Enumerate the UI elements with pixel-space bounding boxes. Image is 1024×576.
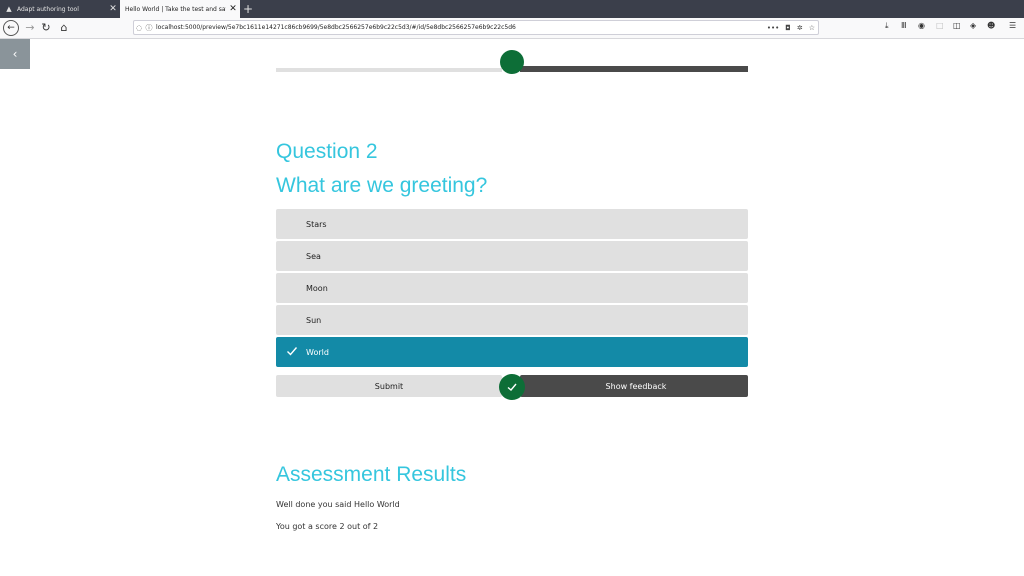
submit-button[interactable]: Submit <box>276 375 502 397</box>
url-text[interactable]: localhost:5000/preview/5e7bc1611e14271c8… <box>154 24 764 31</box>
show-feedback-button[interactable]: Show feedback <box>520 375 748 397</box>
forward-arrow-icon[interactable]: → <box>22 20 38 36</box>
close-icon[interactable]: ✕ <box>106 4 120 14</box>
pocket-icon[interactable]: ◘ <box>782 24 794 32</box>
option-label: World <box>306 347 329 357</box>
back-arrow-icon[interactable]: ← <box>3 20 19 36</box>
account-icon[interactable]: ◉ <box>918 21 925 30</box>
tab-label: Adapt authoring tool <box>17 5 79 13</box>
url-bar[interactable]: ◌ ⓘ localhost:5000/preview/5e7bc1611e142… <box>133 20 819 35</box>
previous-submit-button[interactable] <box>276 68 502 72</box>
checkmark-icon <box>287 347 298 356</box>
question-body: What are we greeting? <box>276 174 488 197</box>
tab-adapt-authoring[interactable]: ▲ Adapt authoring tool ✕ <box>0 0 120 18</box>
close-icon[interactable]: ✕ <box>226 4 240 14</box>
adapt-logo-icon: ▲ <box>6 5 12 13</box>
new-tab-button[interactable]: + <box>243 1 253 17</box>
option-stars[interactable]: Stars <box>276 209 748 239</box>
bookmark-star-icon[interactable]: ☆ <box>806 24 818 32</box>
extension-icon[interactable]: ✲ <box>794 24 806 32</box>
results-score-text: You got a score 2 out of 2 <box>276 522 379 531</box>
home-icon[interactable]: ⌂ <box>56 20 72 36</box>
tab-hello-world[interactable]: Hello World | Take the test and say ✕ <box>120 0 240 18</box>
library-icon[interactable]: Ⅲ <box>901 21 907 30</box>
previous-correct-marker <box>500 50 524 74</box>
container-icon[interactable]: □ <box>936 21 944 30</box>
shield-icon[interactable]: ◌ <box>134 24 144 32</box>
tab-bar: ▲ Adapt authoring tool ✕ Hello World | T… <box>0 0 1024 18</box>
question-title: Question 2 <box>276 140 378 163</box>
option-label: Stars <box>306 219 327 229</box>
option-sun[interactable]: Sun <box>276 305 748 335</box>
option-world[interactable]: World <box>276 337 748 367</box>
page-actions-icon[interactable]: ••• <box>764 24 782 32</box>
profile-icon[interactable]: ☻ <box>987 21 995 30</box>
info-icon[interactable]: ⓘ <box>144 23 154 33</box>
results-title: Assessment Results <box>276 463 467 486</box>
layers-icon[interactable]: ◈ <box>970 21 976 30</box>
tab-label: Hello World | Take the test and say <box>125 5 226 13</box>
sidebar-toggle-button[interactable]: ‹ <box>0 39 30 69</box>
checkmark-icon <box>507 383 517 391</box>
option-sea[interactable]: Sea <box>276 241 748 271</box>
previous-feedback-button[interactable] <box>520 66 748 72</box>
option-label: Moon <box>306 283 328 293</box>
results-feedback-text: Well done you said Hello World <box>276 500 400 509</box>
correct-marker <box>499 374 525 400</box>
menu-icon[interactable]: ☰ <box>1009 21 1016 30</box>
option-moon[interactable]: Moon <box>276 273 748 303</box>
option-label: Sea <box>306 251 321 261</box>
nav-bar: ← → ↻ ⌂ ◌ ⓘ localhost:5000/preview/5e7bc… <box>0 18 1024 39</box>
download-icon[interactable]: ⤓ <box>885 21 889 31</box>
reload-icon[interactable]: ↻ <box>38 20 54 36</box>
option-label: Sun <box>306 315 322 325</box>
sidebar-icon[interactable]: ◫ <box>953 21 961 30</box>
